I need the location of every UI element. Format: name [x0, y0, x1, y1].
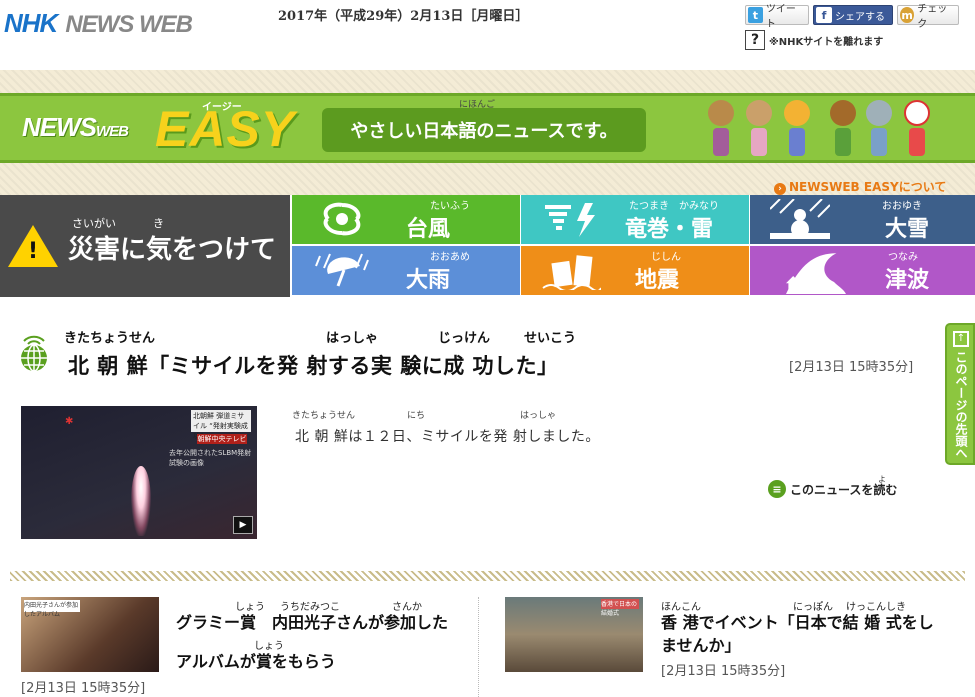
- newsweb-logo-text: NEWS: [22, 112, 97, 142]
- umbrella-rain-icon: [315, 253, 369, 287]
- main-article-date: [2月13日 15時35分]: [789, 360, 914, 375]
- summary-ruby-1: きたちょうせん: [292, 411, 356, 421]
- character-mouse-illustration: [866, 100, 892, 158]
- tile-typhoon[interactable]: たいふう 台風: [292, 195, 520, 244]
- article-1-title-line1[interactable]: グラミー賞 内田光子さんが参加した: [176, 603, 448, 642]
- tile-tornado-thunder[interactable]: たつまき かみなり 竜巻・雷: [521, 195, 749, 244]
- tweet-label: ツイート: [765, 4, 796, 30]
- article-1-thumb-label: 内田光子さんが参加したアルバム: [24, 600, 80, 618]
- emblem-icon: ✱: [65, 416, 74, 427]
- character-bird-illustration: [830, 100, 856, 158]
- tweet-button[interactable]: t ツイート: [745, 4, 809, 30]
- help-icon[interactable]: ?: [745, 30, 765, 50]
- heavy-snow-label: 大雪: [884, 217, 929, 242]
- article-2-date: [2月13日 15時35分]: [661, 664, 786, 679]
- arrow-right-icon: ›: [774, 183, 786, 195]
- play-icon[interactable]: ▶: [233, 516, 253, 534]
- back-to-top-button[interactable]: ↑ このページの先頭へ: [945, 323, 975, 465]
- snowman-icon: [770, 199, 830, 239]
- document-icon: ≡: [768, 480, 786, 498]
- facebook-share-button[interactable]: f シェアする: [813, 5, 893, 25]
- summary-ruby-3: はっしゃ: [520, 411, 557, 421]
- easy-logo[interactable]: EASY: [155, 100, 295, 158]
- thumb-caption-3: 去年公開されたSLBM発射試験の画像: [169, 449, 252, 467]
- section-divider: [10, 571, 965, 581]
- newsweb-logo-small: WEB: [96, 123, 129, 140]
- article-2-thumb-label: 香港で日本の結婚式: [601, 599, 639, 617]
- nhk-news-web-logo[interactable]: NHK NEWS WEB: [4, 8, 193, 39]
- character-monkey-illustration: [708, 100, 734, 158]
- warning-exclamation: !: [28, 239, 39, 264]
- disaster-label: 災害に気をつけて: [68, 235, 277, 265]
- summary-ruby-2: にち: [407, 411, 426, 421]
- newsweb-logo[interactable]: NEWSWEB: [22, 112, 129, 143]
- read-news-label: このニュースを読む: [790, 482, 898, 497]
- title-ruby-4: せいこう: [524, 331, 577, 346]
- tornado-thunder-label: 竜巻・雷: [624, 217, 713, 242]
- article-2-thumbnail[interactable]: 香港で日本の結婚式: [505, 597, 643, 672]
- about-link-text: NEWSWEB EASYについて: [789, 180, 947, 194]
- tornado-lightning-icon: [545, 203, 595, 237]
- heavy-snow-ruby: おおゆき: [882, 201, 922, 212]
- typhoon-ruby: たいふう: [430, 201, 470, 212]
- tsunami-ruby: つなみ: [888, 252, 918, 263]
- tagline: やさしい日本語のニュースです。: [322, 108, 646, 152]
- typhoon-label: 台風: [405, 217, 450, 242]
- facebook-share-label: シェアする: [835, 11, 885, 23]
- world-news-icon: [21, 335, 47, 372]
- earthquake-ruby: じしん: [651, 252, 681, 263]
- title-ruby-1: きたちょうせん: [64, 331, 156, 346]
- tagline-text: やさしい日本語のニュースです。: [350, 121, 618, 142]
- arrow-up-icon: ↑: [953, 331, 969, 347]
- character-dog-illustration: [746, 100, 772, 158]
- thumb-caption-2: 朝鮮中央テレビ: [197, 434, 247, 444]
- read-news-link[interactable]: ≡ このニュースを読む: [768, 480, 897, 498]
- tile-tsunami[interactable]: つなみ 津波: [750, 246, 975, 295]
- twitter-icon: t: [748, 7, 763, 23]
- earthquake-label: 地震: [634, 268, 679, 293]
- news-web-logo-text: NEWS WEB: [65, 11, 193, 38]
- thumb-caption-1: 北朝鮮 弾道ミサイル “発射実験成功”: [191, 410, 251, 440]
- earthquake-building-icon: [542, 255, 601, 290]
- tile-heavy-rain[interactable]: おおあめ 大雨: [292, 246, 520, 295]
- external-site-notice: ※NHKサイトを離れます: [769, 37, 884, 48]
- nhk-logo-text: NHK: [4, 8, 58, 38]
- main-article-video-thumbnail[interactable]: ✱ 北朝鮮 弾道ミサイル “発射実験成功” 朝鮮中央テレビ 去年公開されたSLB…: [21, 406, 257, 539]
- heavy-rain-ruby: おおあめ: [430, 252, 470, 263]
- article-1-thumbnail[interactable]: 内田光子さんが参加したアルバム: [21, 597, 159, 672]
- tsunami-wave-icon: [786, 253, 846, 294]
- current-date: 2017年（平成29年）2月13日［月曜日］: [278, 9, 529, 24]
- article-1-date: [2月13日 15時35分]: [21, 681, 146, 696]
- typhoon-icon: [323, 202, 361, 236]
- tile-earthquake[interactable]: じしん 地震: [521, 246, 749, 295]
- character-rooster-illustration: [904, 100, 930, 158]
- tsunami-label: 津波: [884, 268, 929, 293]
- tornado-thunder-ruby: たつまき かみなり: [629, 201, 719, 212]
- article-1-title-line2[interactable]: アルバムが賞をもらう: [176, 642, 336, 681]
- back-to-top-label: このページの先頭へ: [954, 351, 968, 459]
- mixi-check-button[interactable]: m チェック: [897, 4, 959, 30]
- main-article-title[interactable]: 北 朝 鮮「ミサイルを発 射する実 験に成 功した」: [68, 350, 559, 380]
- tile-heavy-snow[interactable]: おおゆき 大雪: [750, 195, 975, 244]
- title-ruby-3: じっけん: [438, 331, 491, 346]
- missile-flame: [131, 466, 151, 536]
- heavy-rain-label: 大雨: [405, 268, 450, 293]
- mixi-icon: m: [900, 7, 915, 23]
- facebook-icon: f: [816, 7, 832, 23]
- title-ruby-2: はっしゃ: [326, 331, 379, 346]
- mixi-check-label: チェック: [917, 4, 948, 30]
- main-article-summary: 北 朝 鮮は１２日、ミサイルを発 射しました。: [295, 429, 600, 445]
- about-newsweb-easy-link[interactable]: › NEWSWEB EASYについて: [774, 178, 946, 195]
- character-cat-illustration: [784, 100, 810, 158]
- disaster-awareness-link[interactable]: ! さいがい き 災害に気をつけて: [0, 195, 290, 297]
- column-divider: [478, 597, 479, 697]
